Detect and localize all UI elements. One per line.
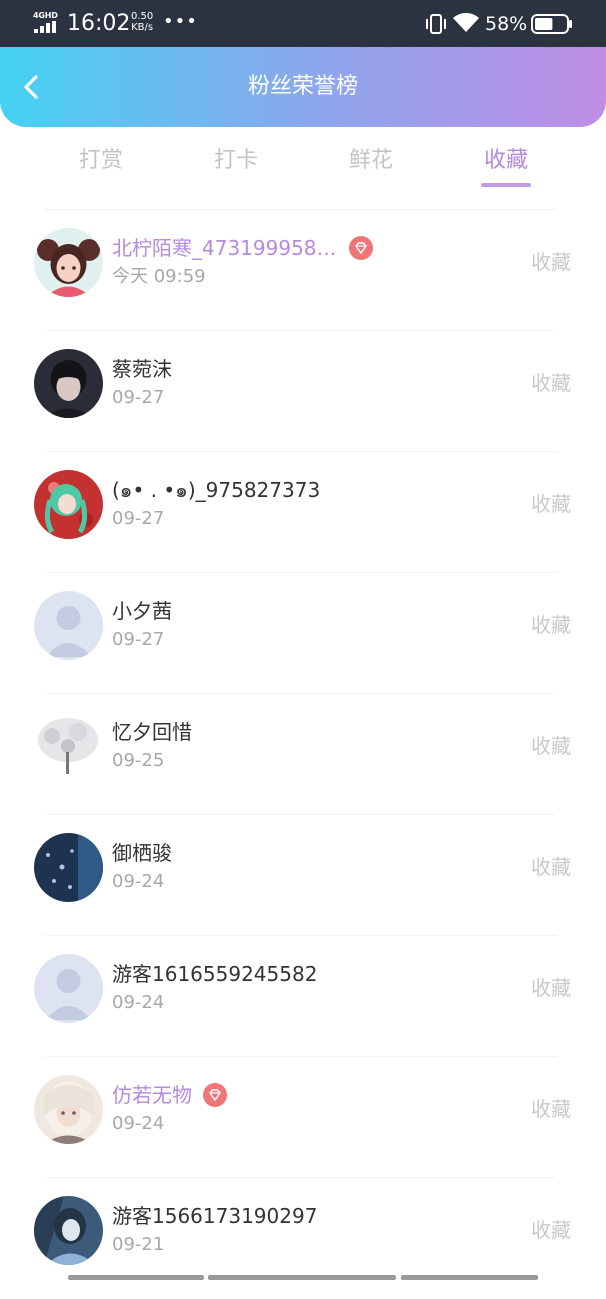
speed-unit: KB/s (131, 22, 154, 33)
tab-indicator (481, 183, 531, 187)
favorite-label: 收藏 (531, 734, 571, 758)
clock: 16:02 (67, 11, 131, 36)
dark-portrait-avatar (34, 349, 103, 418)
green-hair-avatar (34, 470, 103, 539)
avatar[interactable] (34, 954, 103, 1023)
avatar[interactable] (34, 1075, 103, 1144)
favorite-label: 收藏 (531, 613, 571, 637)
speed-value: 0.50 (131, 11, 154, 22)
wifi-icon (453, 12, 479, 32)
favorite-label: 收藏 (531, 976, 571, 1000)
page-title: 粉丝荣誉榜 (247, 74, 358, 99)
status-bar: 4GHD 16:02 0.50 KB/s ••• 58% (0, 0, 606, 47)
fan-name: 仿若无物 (112, 1083, 192, 1107)
fan-date: 09-24 (112, 1113, 165, 1134)
fan-date: 09-24 (112, 992, 165, 1013)
anime-girl-avatar (34, 1075, 103, 1144)
list-item[interactable]: 北柠陌寒_473199958… 今天 09:59 收藏 (0, 210, 606, 331)
avatar[interactable] (34, 1196, 103, 1265)
list-item[interactable]: 游客1616559245582 09-24 收藏 (0, 936, 606, 1057)
list-item[interactable]: 蔡菀沫 09-27 收藏 (0, 331, 606, 452)
diamond-badge-icon (203, 1083, 227, 1107)
fan-name: 游客1566173190297 (112, 1204, 318, 1228)
default-user-avatar (34, 591, 103, 660)
favorite-label: 收藏 (531, 371, 571, 395)
tab-favorites[interactable]: 收藏 (456, 145, 556, 177)
back-button[interactable] (16, 69, 48, 105)
more-notifications-icon: ••• (163, 11, 198, 32)
tab-reward[interactable]: 打赏 (51, 145, 151, 177)
network-speed: 0.50 KB/s (131, 11, 153, 33)
list-item[interactable]: (๑• . •๑)_975827373 09-27 收藏 (0, 452, 606, 573)
fan-date: 09-21 (112, 1234, 165, 1255)
battery-icon (531, 14, 572, 34)
fan-name: (๑• . •๑)_975827373 (112, 478, 321, 502)
nav-gesture-bar (208, 1275, 396, 1280)
tab-flowers[interactable]: 鲜花 (321, 145, 421, 177)
fan-date: 09-27 (112, 387, 165, 408)
fan-date: 09-27 (112, 508, 165, 529)
avatar[interactable] (34, 712, 103, 781)
fan-date: 今天 09:59 (112, 266, 206, 287)
avatar[interactable] (34, 228, 103, 297)
network-type: 4GHD (33, 11, 58, 20)
tab-checkin[interactable]: 打卡 (186, 145, 286, 177)
avatar[interactable] (34, 591, 103, 660)
chevron-left-icon (24, 75, 38, 99)
default-user-avatar (34, 954, 103, 1023)
header-bar: 粉丝荣誉榜 (0, 47, 606, 127)
fan-name: 游客1616559245582 (112, 962, 318, 986)
fan-name: 忆夕回惜 (112, 720, 192, 744)
fan-name: 御栖骏 (112, 841, 172, 865)
night-blue-avatar (34, 833, 103, 902)
battery-percent: 58% (485, 13, 528, 35)
list-item[interactable]: 御栖骏 09-24 收藏 (0, 815, 606, 936)
fan-name: 北柠陌寒_473199958… (112, 236, 337, 260)
diamond-badge-icon (349, 236, 373, 260)
list-item[interactable]: 忆夕回惜 09-25 收藏 (0, 694, 606, 815)
nav-gesture-bar (401, 1275, 538, 1280)
vibrate-icon (426, 14, 446, 34)
fan-date: 09-24 (112, 871, 165, 892)
favorite-label: 收藏 (531, 1097, 571, 1121)
fan-date: 09-25 (112, 750, 165, 771)
list-item[interactable]: 小夕茜 09-27 收藏 (0, 573, 606, 694)
avatar[interactable] (34, 470, 103, 539)
list-item[interactable]: 仿若无物 09-24 收藏 (0, 1057, 606, 1178)
list-item[interactable]: 游客1566173190297 09-21 收藏 (0, 1178, 606, 1299)
fan-name: 小夕茜 (112, 599, 172, 623)
anime-girl-avatar (34, 228, 103, 297)
avatar[interactable] (34, 349, 103, 418)
nav-gesture-bar (68, 1275, 204, 1280)
fan-date: 09-27 (112, 629, 165, 650)
favorite-label: 收藏 (531, 492, 571, 516)
cellular-signal-icon: 4GHD (33, 11, 61, 33)
favorite-label: 收藏 (531, 1218, 571, 1242)
fan-name: 蔡菀沫 (112, 357, 172, 381)
white-tree-avatar (34, 712, 103, 781)
blue-anime-avatar (34, 1196, 103, 1265)
favorite-label: 收藏 (531, 855, 571, 879)
avatar[interactable] (34, 833, 103, 902)
favorite-label: 收藏 (531, 250, 571, 274)
